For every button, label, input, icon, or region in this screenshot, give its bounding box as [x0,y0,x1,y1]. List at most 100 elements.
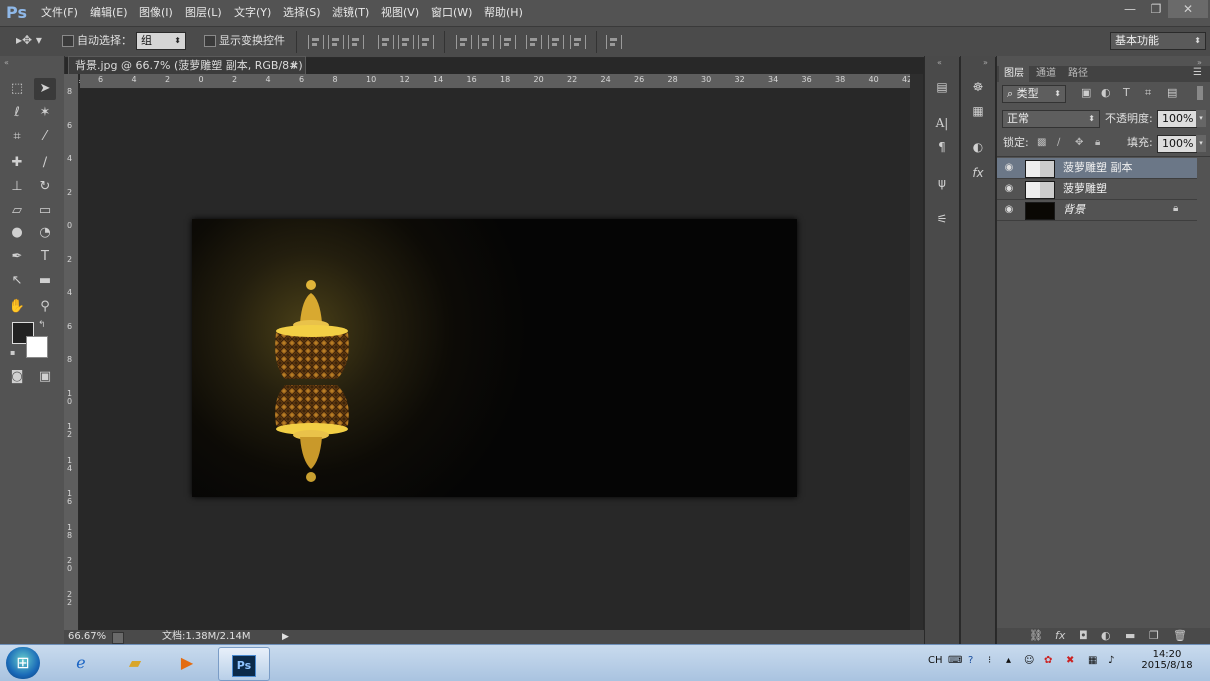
qq-icon[interactable]: ✿ [1044,655,1052,666]
link-layers-icon[interactable]: ⛓ [1029,629,1043,642]
ie-icon[interactable]: ℯ [56,647,106,679]
character-panel-icon[interactable]: A| [929,112,955,134]
network-icon[interactable]: ▦ [1088,655,1097,666]
lock-all-icon[interactable]: 🔒︎ [1095,137,1100,148]
filter-smart-object-icon[interactable]: ▤ [1167,86,1177,99]
distribute-right-icon[interactable] [570,35,586,49]
new-adjustment-icon[interactable]: ◐ [1101,629,1111,642]
opacity-input[interactable]: 100% [1157,110,1197,128]
workspace-dropdown[interactable]: 基本功能 ⬍ [1110,32,1206,50]
paragraph-panel-icon[interactable]: ¶ [929,136,955,158]
restore-button[interactable]: ❐ [1142,0,1170,18]
visibility-eye-icon[interactable]: ◉ [1003,162,1015,174]
blur-tool-icon[interactable]: ● [6,222,28,244]
lock-transparent-icon[interactable]: ▩ [1037,137,1046,148]
path-select-tool-icon[interactable]: ↖ [6,270,28,292]
filter-kind-dropdown[interactable]: ⌕ 类型 ⬍ [1002,85,1066,103]
visibility-eye-icon[interactable]: ◉ [1003,183,1015,195]
fill-input[interactable]: 100% [1157,135,1197,153]
healing-tool-icon[interactable]: ✚ [6,152,28,174]
eyedropper-tool-icon[interactable]: ⁄ [34,126,56,148]
swatches-panel-icon[interactable]: ▦ [965,100,991,122]
tab-channels[interactable]: 通道 [1031,66,1061,82]
auto-align-icon[interactable] [606,35,622,49]
filter-adjustment-icon[interactable]: ◐ [1101,86,1111,99]
collapse-icon[interactable]: « [937,58,942,67]
styles-panel-icon[interactable]: fx [965,162,991,184]
layer-row[interactable]: ◉ 菠萝雕塑 副本 [997,158,1197,179]
vertical-scrollbar[interactable] [910,74,923,630]
menu-select[interactable]: 选择(S) [283,4,321,22]
shape-tool-icon[interactable]: ▬ [34,270,56,292]
zoom-tool-icon[interactable]: ⚲ [34,296,56,318]
photoshop-taskbar-button[interactable]: Ps [218,647,270,681]
menu-edit[interactable]: 编辑(E) [90,4,128,22]
new-group-icon[interactable]: ▬ [1125,629,1135,642]
align-left-icon[interactable] [378,35,394,49]
menu-layer[interactable]: 图层(L) [185,4,222,22]
lock-pixels-icon[interactable]: ∕ [1057,137,1060,148]
opacity-slider-icon[interactable]: ▾ [1196,110,1206,127]
default-colors-icon[interactable]: ▪ [10,348,15,357]
adjustments-panel-icon[interactable]: ◐ [965,136,991,158]
zoom-level[interactable]: 66.67% [68,630,106,644]
filter-shape-icon[interactable]: ⌗ [1145,86,1151,100]
align-bottom-icon[interactable] [348,35,364,49]
quick-mask-icon[interactable]: ◙ [6,366,28,388]
lasso-tool-icon[interactable]: ℓ [6,102,28,124]
document-canvas[interactable] [192,219,797,497]
document-tab[interactable]: 背景.jpg @ 66.7% (菠萝雕塑 副本, RGB/8#) * × [68,56,306,90]
brush-presets-icon[interactable]: ψ [929,172,955,194]
gradient-tool-icon[interactable]: ▭ [34,200,56,222]
menu-type[interactable]: 文字(Y) [234,4,271,22]
distribute-left-icon[interactable] [526,35,542,49]
keyboard-icon[interactable]: ⌨ [948,655,962,666]
delete-layer-icon[interactable]: 🗑︎ [1173,629,1187,642]
explorer-icon[interactable]: ▰ [110,647,160,679]
show-hidden-icons[interactable]: ▴ [1006,655,1011,666]
pen-tool-icon[interactable]: ✒ [6,246,28,268]
layer-name[interactable]: 菠萝雕塑 [1063,182,1107,196]
volume-icon[interactable]: ♪ [1108,655,1114,666]
move-tool-preset-icon[interactable]: ▸✥ ▾ [16,33,46,49]
tab-paths[interactable]: 路径 [1063,66,1093,82]
clock[interactable]: 14:20 2015/8/18 [1140,649,1194,671]
crop-tool-icon[interactable]: ⌗ [6,126,28,148]
distribute-top-icon[interactable] [456,35,472,49]
layer-row[interactable]: ◉ 菠萝雕塑 [997,179,1197,200]
history-brush-tool-icon[interactable]: ↻ [34,176,56,198]
close-tab-icon[interactable]: × [290,57,299,75]
align-right-icon[interactable] [418,35,434,49]
stamp-tool-icon[interactable]: ⊥ [6,176,28,198]
tab-layers[interactable]: 图层 [999,66,1029,82]
swap-colors-icon[interactable]: ↰ [38,320,46,330]
help-icon[interactable]: ? [968,655,973,666]
start-button[interactable]: ⊞ [6,647,40,679]
magic-wand-tool-icon[interactable]: ✶ [34,102,56,124]
menu-window[interactable]: 窗口(W) [431,4,472,22]
collapse-icon[interactable]: « [4,58,9,67]
align-top-icon[interactable] [308,35,324,49]
type-tool-icon[interactable]: T [34,246,56,268]
menu-filter[interactable]: 滤镜(T) [332,4,369,22]
filter-toggle[interactable] [1197,86,1203,100]
screen-mode-icon[interactable]: ▣ [34,366,56,388]
panel-menu-icon[interactable]: ☰ [1193,67,1202,78]
user-icon[interactable]: ☺ [1024,655,1034,666]
new-layer-icon[interactable]: ❐ [1149,629,1159,642]
marquee-tool-icon[interactable]: ⬚ [6,78,28,100]
distribute-vcenter-icon[interactable] [478,35,494,49]
blend-mode-dropdown[interactable]: 正常 ⬍ [1002,110,1100,128]
history-panel-icon[interactable]: ▤ [929,76,955,98]
align-vcenter-icon[interactable] [328,35,344,49]
auto-select-dropdown[interactable]: 组 ⬍ [136,32,186,50]
hand-tool-icon[interactable]: ✋ [6,296,28,318]
3d-panel-icon[interactable]: ☸ [965,76,991,98]
show-transform-checkbox[interactable] [204,35,216,47]
layer-row[interactable]: ◉ 背景 🔒︎ [997,200,1197,221]
layer-style-icon[interactable]: fx [1055,629,1065,642]
expand-icon[interactable]: » [983,58,988,67]
lock-position-icon[interactable]: ✥ [1075,137,1083,148]
tool-presets-icon[interactable]: ⚟ [929,208,955,230]
brush-tool-icon[interactable]: ∕ [34,152,56,174]
